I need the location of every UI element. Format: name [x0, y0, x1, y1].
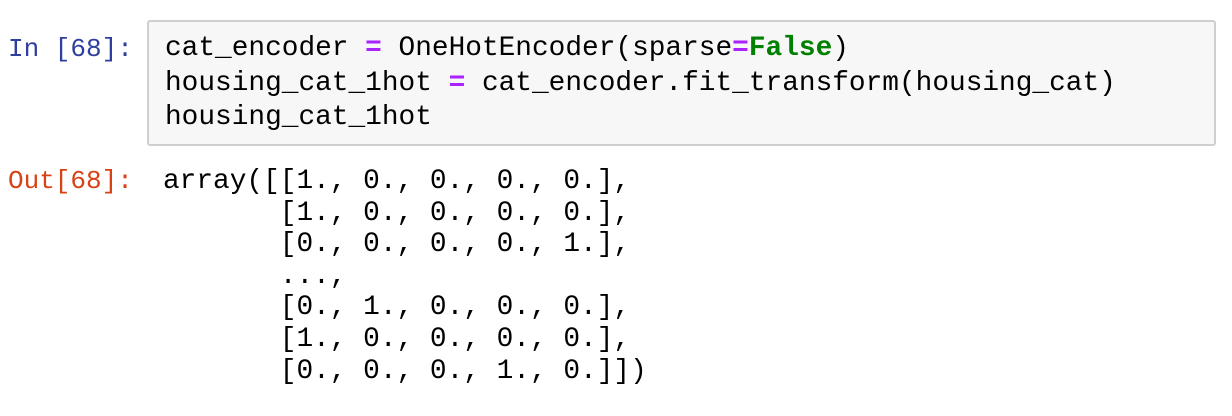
output-line: [0., 1., 0., 0., 0.],: [163, 292, 631, 324]
code-line-2: housing_cat_1hot = cat_encoder.fit_trans…: [165, 67, 1116, 102]
output-line: ...,: [163, 260, 347, 292]
code-line-1: cat_encoder = OneHotEncoder(sparse=False…: [165, 32, 1116, 67]
output-area: array([[1., 0., 0., 0., 0.], [1., 0., 0.…: [163, 166, 647, 387]
code-text: cat_encoder: [165, 33, 366, 64]
keyword: False: [748, 33, 833, 64]
code-line-3: housing_cat_1hot: [165, 101, 1116, 136]
output-line: [1., 0., 0., 0., 0.],: [163, 197, 631, 229]
output-line: [1., 0., 0., 0., 0.],: [163, 323, 631, 355]
code-input-area[interactable]: cat_encoder = OneHotEncoder(sparse=False…: [147, 20, 1216, 146]
output-line: [0., 0., 0., 0., 1.],: [163, 229, 631, 261]
operator: =: [365, 33, 382, 64]
code-editor[interactable]: cat_encoder = OneHotEncoder(sparse=False…: [165, 32, 1116, 136]
code-text: housing_cat_1hot: [165, 102, 432, 133]
input-prompt: In [68]:: [8, 34, 133, 64]
code-text: ): [832, 33, 849, 64]
code-text: OneHotEncoder(sparse: [381, 33, 733, 64]
output-line: [0., 0., 0., 1., 0.]]): [163, 355, 647, 387]
output-line: array([[1., 0., 0., 0., 0.],: [163, 166, 631, 197]
code-text: housing_cat_1hot: [165, 67, 449, 99]
output-prompt: Out[68]:: [8, 166, 133, 196]
code-text: cat_encoder.fit_transform(housing_cat): [465, 67, 1116, 99]
operator: =: [732, 33, 749, 64]
operator: =: [448, 67, 466, 99]
